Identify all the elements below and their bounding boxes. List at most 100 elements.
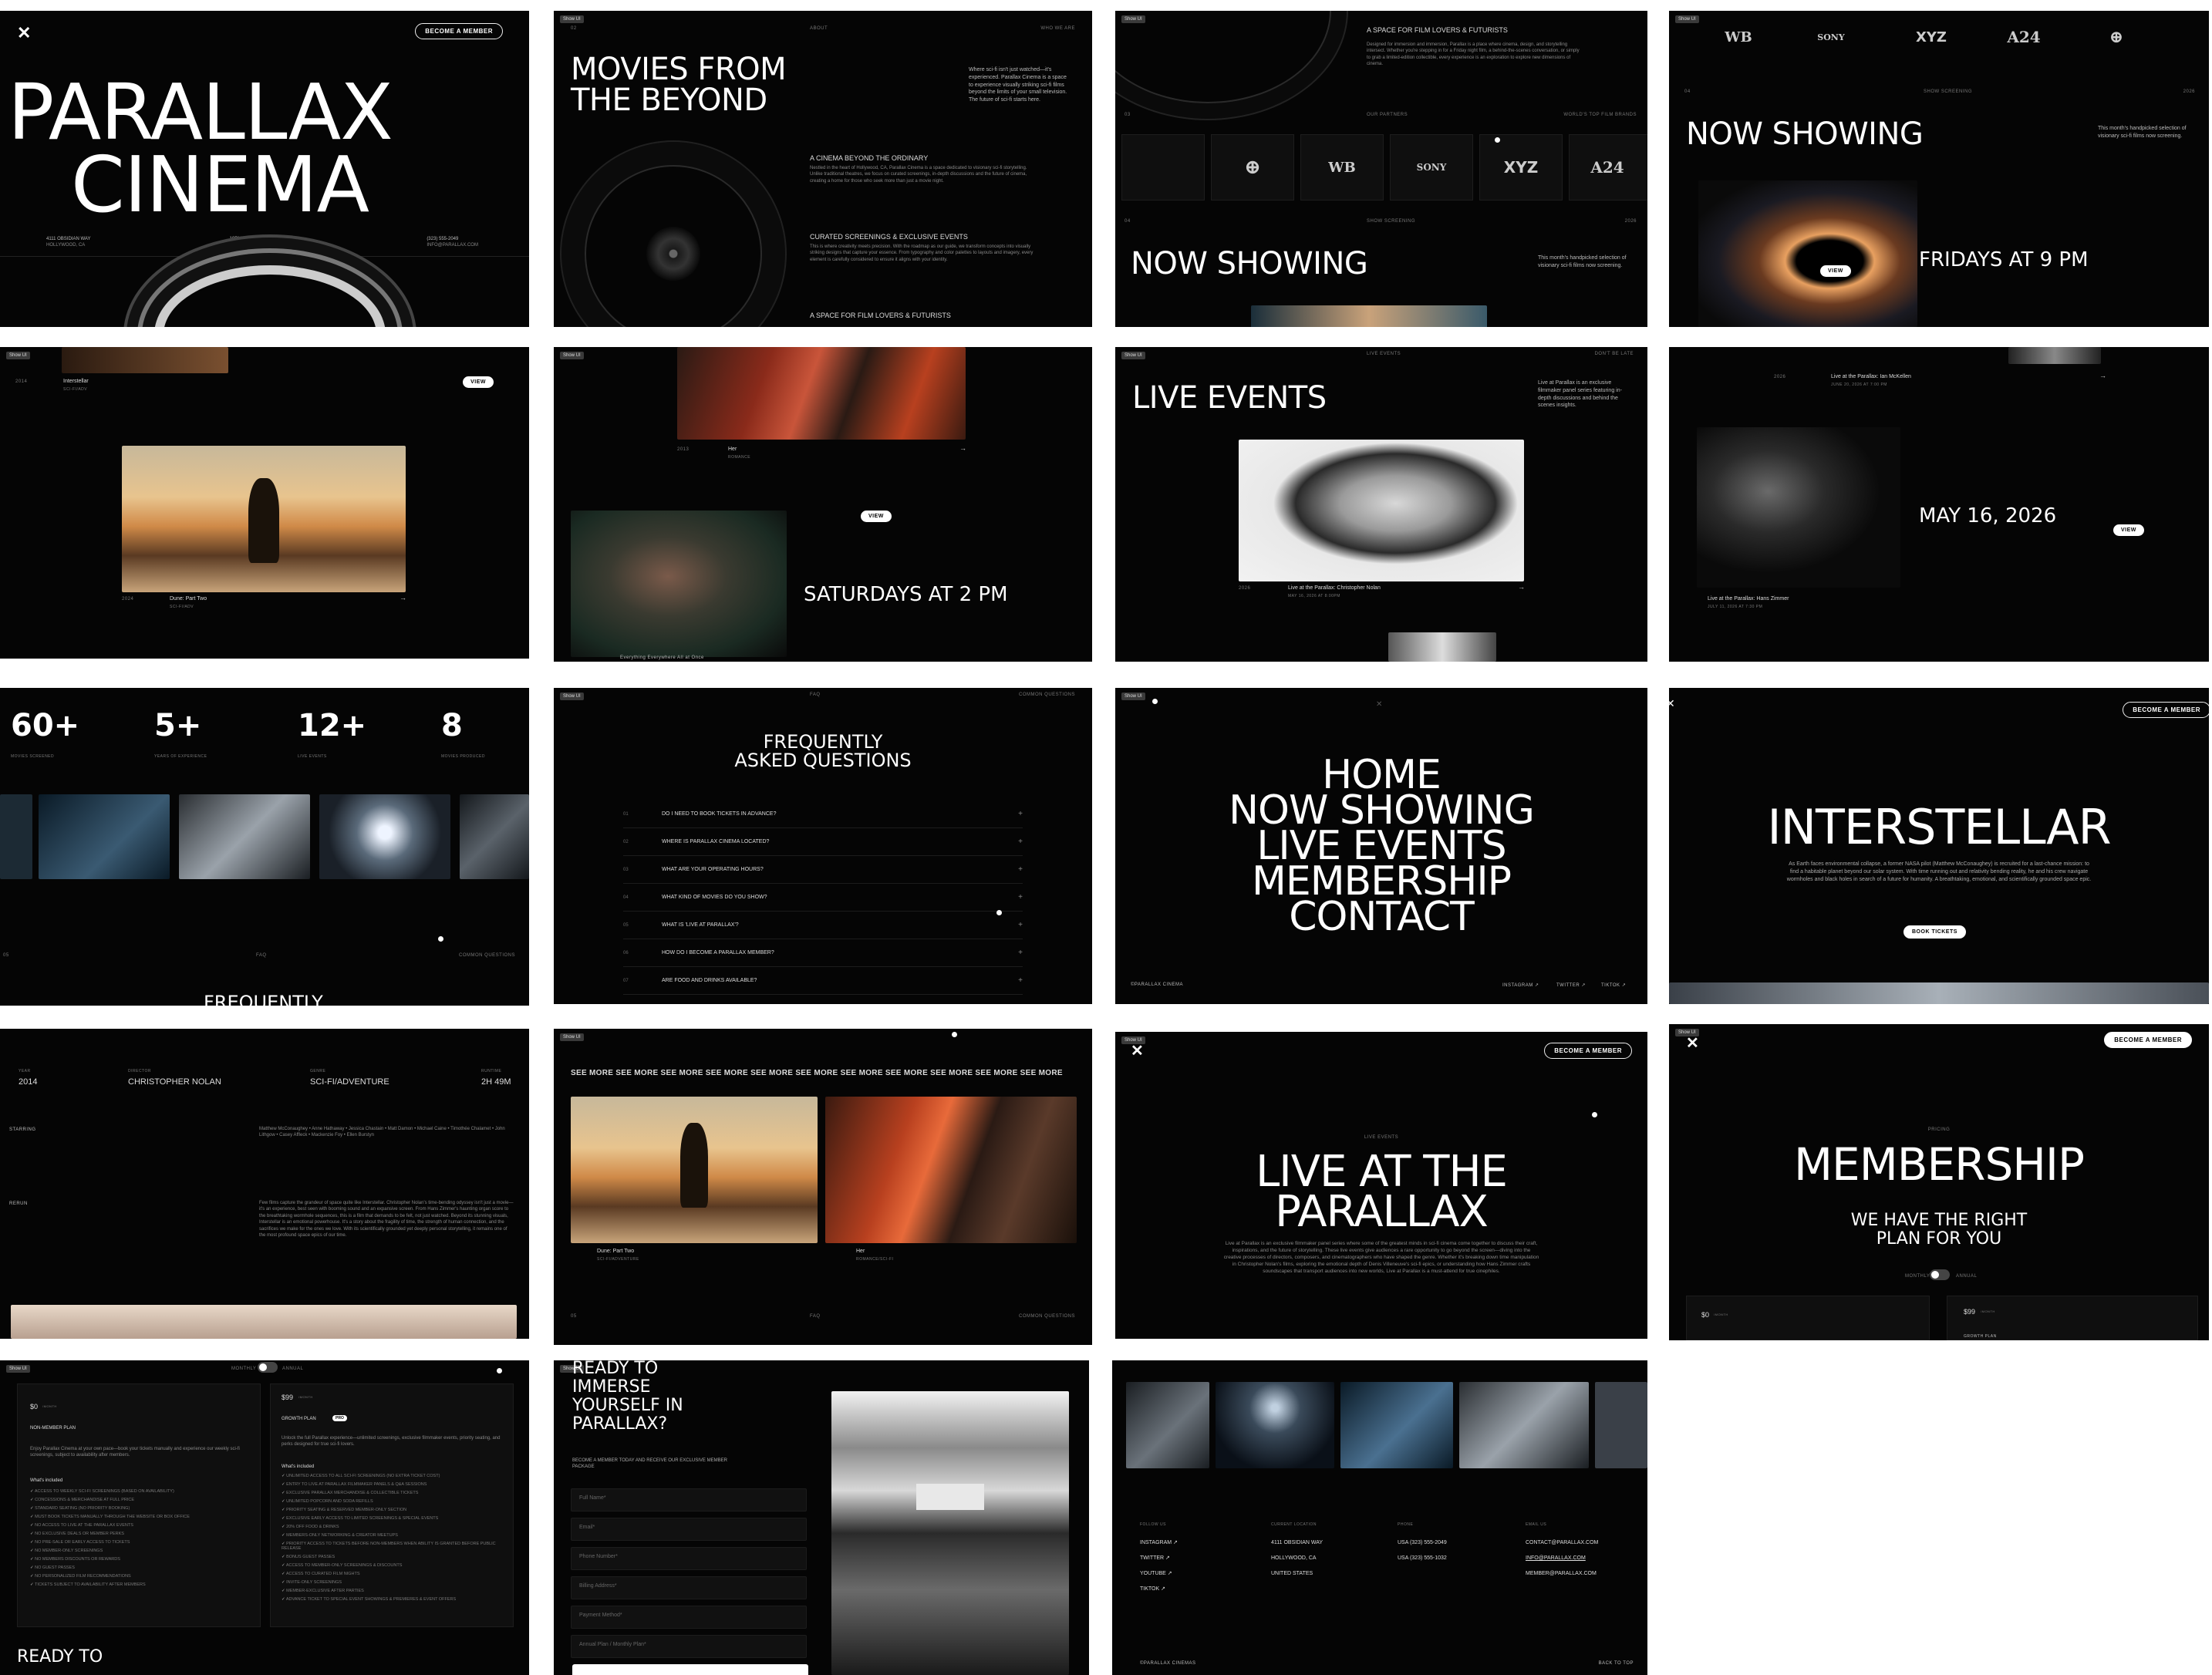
x-logo-icon[interactable]: ✕ [1686,1033,1699,1053]
view-button[interactable]: VIEW [861,511,892,522]
zimmer-photo[interactable] [1697,427,1900,588]
now-showing-title: NOW SHOWING [1131,246,1368,281]
her-poster-top[interactable] [677,347,966,440]
social-instagram-link[interactable]: INSTAGRAM ↗ [1502,982,1539,988]
faq-item[interactable]: 01 DO I NEED TO BOOK TICKETS IN ADVANCE? + [623,800,1023,828]
prev-poster [62,347,228,373]
see-more-marquee[interactable]: SEE MORE SEE MORE SEE MORE SEE MORE SEE … [571,1069,1063,1077]
footer-email[interactable]: INFO@PARALLAX.COM [1526,1555,1586,1562]
view-button[interactable]: VIEW [1820,265,1851,277]
become-member-button[interactable]: BECOME A MEMBER [1544,1043,1632,1059]
footer-youtube-link[interactable]: YOUTUBE ↗ [1140,1570,1172,1577]
submit-button[interactable] [572,1664,808,1675]
view-button[interactable]: VIEW [2113,524,2144,536]
billing-toggle[interactable] [258,1362,278,1373]
pro-plan-card[interactable]: $99 /MONTH GROWTH PLAN PRO Unlock the fu… [270,1383,514,1627]
event-title[interactable]: Live at the Parallax: Christopher Nolan [1288,585,1381,591]
price-unit: /MONTH [1981,1309,1995,1313]
billing-address-input[interactable]: Billing Address* [571,1576,807,1599]
plan-select[interactable]: Annual Plan / Monthly Plan* [571,1635,807,1658]
feature-item: ADVANCE TICKET TO SPECIAL EVENT SHOWINGS… [282,1597,505,1602]
footer-phone[interactable]: USA (323) 555-1032 [1398,1555,1447,1562]
footer-phone[interactable]: USA (323) 555-2049 [1398,1539,1447,1546]
full-name-input[interactable]: Full Name* [571,1488,807,1512]
reel-hub [646,227,700,281]
faq-item[interactable]: 04 WHAT KIND OF MOVIES DO YOU SHOW? + [623,884,1023,912]
become-member-button[interactable]: BECOME A MEMBER [2104,1032,2192,1048]
eeaao-poster[interactable] [571,511,787,657]
film-title[interactable]: Her [856,1248,865,1255]
faq-item[interactable]: 06 HOW DO I BECOME A PARALLAX MEMBER? + [623,939,1023,967]
section-sub: COMMON QUESTIONS [458,953,515,958]
faq-item[interactable]: 03 WHAT ARE YOUR OPERATING HOURS? + [623,856,1023,884]
detail-director: CHRISTOPHER NOLAN [128,1077,221,1087]
info-phone[interactable]: (323) 555-2049 [427,236,478,242]
plus-icon[interactable]: + [1018,949,1023,957]
her-poster[interactable] [825,1097,1077,1243]
faq-item[interactable]: 07 ARE FOOD AND DRINKS AVAILABLE? + [623,967,1023,995]
arrow-right-icon[interactable]: → [400,594,406,602]
monthly-label[interactable]: MONTHLY [1905,1274,1930,1279]
film-synopsis: As Earth faces environmental collapse, a… [1786,861,2092,882]
info-email[interactable]: INFO@PARALLAX.COM [427,242,478,248]
become-member-button[interactable]: BECOME A MEMBER [415,23,503,39]
footer-twitter-link[interactable]: TWITTER ↗ [1140,1555,1170,1562]
pro-plan-desc: Unlock the full Parallax experience—unli… [282,1436,501,1448]
x-logo-icon[interactable]: ✕ [1669,697,1675,710]
feature-item: NO EXCLUSIVE DEALS OR MEMBER PERKS [30,1532,254,1536]
arrow-right-icon[interactable]: → [2099,372,2106,379]
event-title[interactable]: Live at the Parallax: Hans Zimmer [1708,595,1789,602]
signup-desc: BECOME A MEMBER TODAY AND RECEIVE OUR EX… [572,1458,727,1470]
footer-email[interactable]: CONTACT@PARALLAX.COM [1526,1539,1598,1546]
footer-email[interactable]: MEMBER@PARALLAX.COM [1526,1570,1597,1577]
film-title[interactable]: Everything Everywhere All at Once [620,656,704,660]
film-title[interactable]: Her [728,446,737,453]
footer-instagram-link[interactable]: INSTAGRAM ↗ [1140,1539,1178,1546]
film-title[interactable]: Interstellar [63,378,89,385]
x-logo-icon[interactable]: ✕ [1131,1041,1144,1060]
plus-icon[interactable]: + [1018,921,1023,929]
social-tiktok-link[interactable]: TIKTOK ↗ [1601,982,1626,988]
arrow-right-icon[interactable]: → [959,444,966,452]
interstellar-poster[interactable] [1698,180,1917,327]
rerun-label: RERUN [9,1201,28,1206]
become-member-button[interactable]: BECOME A MEMBER [2123,702,2209,718]
view-button[interactable]: VIEW [463,376,494,388]
social-twitter-link[interactable]: TWITTER ↗ [1556,982,1586,988]
phone-input[interactable]: Phone Number* [571,1547,807,1570]
wb-logo: WB [1725,29,1752,45]
plus-icon[interactable]: + [1018,810,1023,818]
payment-method-input[interactable]: Payment Method* [571,1606,807,1629]
book-tickets-button[interactable]: BOOK TICKETS [1903,925,1966,939]
annual-label[interactable]: ANNUAL [1956,1274,1977,1279]
arrow-right-icon[interactable]: → [1518,583,1525,591]
show-ui-tag: Show UI [560,15,584,23]
signup-title-line1: READY TO [572,1360,659,1378]
plus-icon[interactable]: + [1018,838,1023,846]
plus-icon[interactable]: + [1018,893,1023,902]
footer-tiktok-link[interactable]: TIKTOK ↗ [1140,1586,1165,1592]
free-plan-card[interactable]: $0 /MONTH NON-MEMBER PLAN Enjoy Parallax… [17,1383,261,1627]
nolan-photo[interactable] [1239,440,1524,581]
faq-item[interactable]: 02 WHERE IS PARALLAX CINEMA LOCATED? + [623,828,1023,856]
film-title[interactable]: Dune: Part Two [170,595,207,602]
event-title[interactable]: Live at the Parallax: Ian McKellen [1831,373,1911,380]
plus-icon[interactable]: + [1018,976,1023,985]
email-input[interactable]: Email* [571,1518,807,1541]
free-plan-card[interactable] [1686,1296,1930,1340]
billing-toggle[interactable] [1930,1269,1950,1280]
annual-label[interactable]: ANNUAL [282,1367,303,1371]
back-to-top-link[interactable]: BACK TO TOP [1599,1661,1634,1666]
monthly-label[interactable]: MONTHLY [231,1367,256,1371]
feature-item: UNLIMITED ACCESS TO ALL SCI-FI SCREENING… [282,1474,505,1478]
globe-icon: ⊕ [2109,27,2124,47]
film-title[interactable]: Dune: Part Two [597,1248,634,1255]
feature-item: INVITE-ONLY SCREENINGS [282,1580,505,1585]
panel-signup: Show UI READY TO IMMERSE YOURSELF IN PAR… [554,1360,1089,1675]
x-logo-icon[interactable]: ✕ [17,23,31,43]
menu-item-contact[interactable]: CONTACT [1115,897,1647,937]
close-icon[interactable]: ✕ [1376,700,1382,709]
show-ui-tag: Show UI [1675,15,1699,23]
faq-item[interactable]: 05 WHAT IS 'LIVE AT PARALLAX'? + [623,912,1023,939]
plus-icon[interactable]: + [1018,865,1023,874]
